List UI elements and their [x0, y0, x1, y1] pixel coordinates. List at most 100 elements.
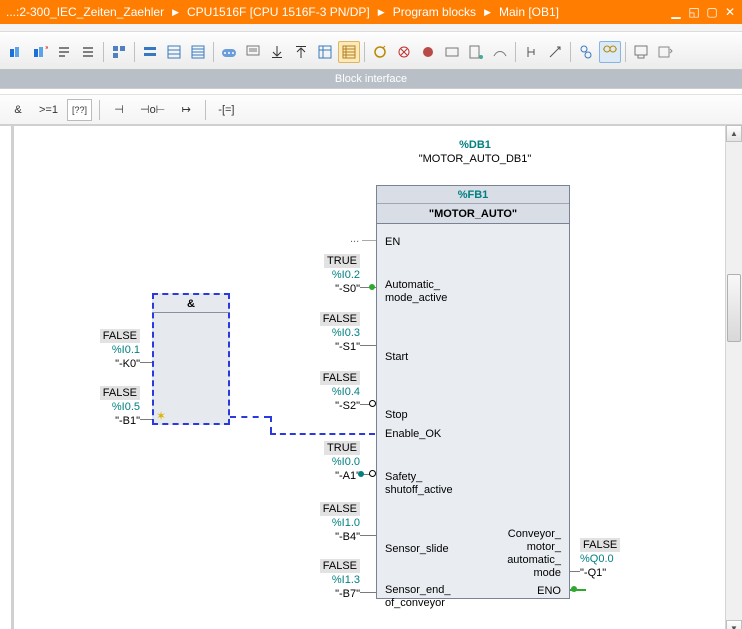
- maximize-button[interactable]: ▢: [704, 4, 720, 20]
- toolbar-btn-15[interactable]: [369, 41, 391, 63]
- tag-safety[interactable]: TRUE %I0.0 "-A1": [310, 441, 360, 483]
- fbd-empty-box-btn[interactable]: [??]: [67, 99, 92, 121]
- block-interface-bar[interactable]: Block interface: [0, 70, 742, 89]
- toolbar-btn-13[interactable]: [314, 41, 336, 63]
- breadcrumb-item[interactable]: Program blocks: [393, 5, 476, 19]
- scroll-down-button[interactable]: ▼: [726, 620, 742, 629]
- wire: [270, 416, 272, 433]
- toolbar-btn-8[interactable]: [187, 41, 209, 63]
- wire: [230, 416, 270, 418]
- toolbar-overflow[interactable]: [653, 41, 677, 63]
- toolbar-sep: [570, 42, 571, 62]
- spacer: [0, 24, 742, 32]
- block-interface-label: Block interface: [335, 73, 407, 85]
- pin-stop: Stop: [385, 409, 408, 421]
- db-name: "MOTOR_AUTO_DB1": [390, 153, 560, 165]
- tag-start[interactable]: FALSE %I0.3 "-S1": [310, 312, 360, 354]
- fbd-assign-btn[interactable]: ↦: [174, 99, 198, 121]
- breadcrumb-item[interactable]: CPU1516F [CPU 1516F-3 PN/DP]: [187, 5, 370, 19]
- toolbar-btn-4[interactable]: [77, 41, 99, 63]
- toolbar-btn-3[interactable]: [53, 41, 75, 63]
- and-block[interactable]: &: [152, 293, 230, 425]
- tag-and-in2[interactable]: FALSE %I0.5 "-B1": [80, 386, 140, 428]
- network-editor[interactable]: %DB1 "MOTOR_AUTO_DB1" %FB1 "MOTOR_AUTO" …: [0, 125, 742, 629]
- and-label: &: [154, 295, 228, 313]
- toolbar-btn-11[interactable]: [266, 41, 288, 63]
- wire: [360, 345, 376, 346]
- scroll-track[interactable]: [726, 142, 742, 620]
- tag-and-in1[interactable]: FALSE %I0.1 "-K0": [80, 329, 140, 371]
- fbd-negcoil-btn[interactable]: ⊣o⊢: [135, 99, 170, 121]
- toolbar-btn-12[interactable]: [290, 41, 312, 63]
- toolbar-sep: [99, 100, 100, 120]
- wire: [360, 592, 376, 593]
- toolbar-btn-20[interactable]: [489, 41, 511, 63]
- fb-type: %FB1: [377, 186, 569, 204]
- state-dot: [571, 586, 577, 592]
- toolbar-btn-6[interactable]: [139, 41, 161, 63]
- minimize-button[interactable]: ▁: [668, 4, 684, 20]
- toolbar-btn-10[interactable]: [242, 41, 264, 63]
- pin-out: Conveyor_motor_automatic_mode: [507, 528, 561, 580]
- toolbar-sep: [515, 42, 516, 62]
- fbd-and-btn[interactable]: &: [6, 99, 30, 121]
- negation-icon[interactable]: [369, 400, 376, 407]
- en-ellipsis: ...: [350, 233, 359, 245]
- fbd-canvas[interactable]: %DB1 "MOTOR_AUTO_DB1" %FB1 "MOTOR_AUTO" …: [0, 125, 725, 629]
- wire: [362, 240, 376, 241]
- toolbar-btn-18[interactable]: [441, 41, 463, 63]
- negation-icon[interactable]: [369, 470, 376, 477]
- toolbar-btn-17[interactable]: [417, 41, 439, 63]
- chevron-right-icon: ▶: [378, 7, 385, 18]
- pin-send: Sensor_end_of_conveyor: [385, 584, 450, 610]
- wire: [360, 535, 376, 536]
- fb-call-block[interactable]: %FB1 "MOTOR_AUTO" EN Automatic_mode_acti…: [376, 185, 570, 599]
- scroll-thumb[interactable]: [727, 274, 741, 342]
- fb-instance-name: "MOTOR_AUTO": [377, 204, 569, 224]
- toolbar-sep: [134, 42, 135, 62]
- toolbar-btn-21[interactable]: [520, 41, 542, 63]
- fbd-or-btn[interactable]: >=1: [34, 99, 63, 121]
- breadcrumb-item[interactable]: ...:2-300_IEC_Zeiten_Zaehler: [6, 5, 164, 19]
- pin-slide: Sensor_slide: [385, 543, 449, 555]
- tag-auto[interactable]: TRUE %I0.2 "-S0": [310, 254, 360, 296]
- toolbar-btn-14[interactable]: [338, 41, 360, 63]
- vertical-scrollbar[interactable]: ▲ ▼: [725, 125, 742, 629]
- toolbar-btn-7[interactable]: [163, 41, 185, 63]
- tag-send[interactable]: FALSE %I1.3 "-B7": [310, 559, 360, 601]
- toolbar-sep: [213, 42, 214, 62]
- main-toolbar: ×: [0, 32, 742, 70]
- wire: [270, 433, 375, 435]
- chevron-right-icon: ▶: [484, 7, 491, 18]
- scroll-up-button[interactable]: ▲: [726, 125, 742, 142]
- toolbar-sep: [364, 42, 365, 62]
- toolbar-btn-24[interactable]: [630, 41, 652, 63]
- pin-enok: Enable_OK: [385, 428, 441, 440]
- breadcrumb: ...:2-300_IEC_Zeiten_Zaehler ▶ CPU1516F …: [6, 5, 559, 19]
- close-button[interactable]: ✕: [722, 4, 738, 20]
- toolbar-btn-1[interactable]: [5, 41, 27, 63]
- toolbar-btn-monitor[interactable]: [599, 41, 621, 63]
- wire: [140, 362, 152, 363]
- tag-slide[interactable]: FALSE %I1.0 "-B4": [310, 502, 360, 544]
- wire: [140, 419, 152, 420]
- toolbar-btn-23[interactable]: [575, 41, 597, 63]
- toolbar-btn-2[interactable]: ×: [29, 41, 51, 63]
- state-dot: [358, 471, 364, 477]
- extend-input-icon[interactable]: ✶: [156, 412, 166, 420]
- restore-button[interactable]: ◱: [686, 4, 702, 20]
- db-address: %DB1: [390, 139, 560, 151]
- fbd-not-btn[interactable]: ⊣: [107, 99, 131, 121]
- toolbar-btn-9[interactable]: [218, 41, 240, 63]
- toolbar-btn-22[interactable]: [544, 41, 566, 63]
- toolbar-btn-5[interactable]: [108, 41, 130, 63]
- toolbar-btn-16[interactable]: [393, 41, 415, 63]
- breadcrumb-item[interactable]: Main [OB1]: [499, 5, 559, 19]
- fbd-move-btn[interactable]: -[=]: [213, 99, 239, 121]
- pin-auto: Automatic_mode_active: [385, 279, 447, 305]
- pin-eno: ENO: [537, 585, 561, 597]
- tag-out[interactable]: FALSE %Q0.0 "-Q1": [580, 538, 630, 580]
- pin-en: EN: [385, 236, 400, 248]
- tag-stop[interactable]: FALSE %I0.4 "-S2": [310, 371, 360, 413]
- toolbar-btn-19[interactable]: [465, 41, 487, 63]
